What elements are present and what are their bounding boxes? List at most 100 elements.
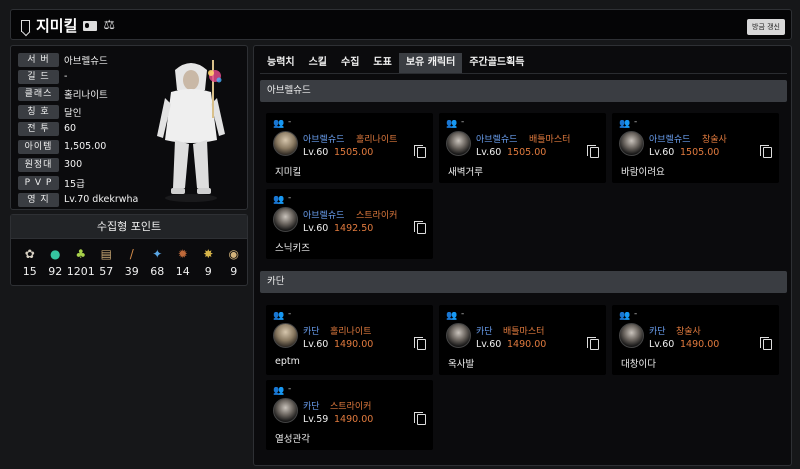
character-card[interactable]: 👥 - 아브렐슈드 스트라이커 Lv.60 1492.50 스닉키즈 [266, 189, 433, 259]
info-value: 300 [64, 159, 83, 170]
info-label: 원정대 [18, 157, 59, 172]
info-label: 길 드 [18, 69, 59, 84]
copy-icon[interactable] [414, 412, 426, 425]
collection-item[interactable]: ✹ 14 [170, 246, 196, 278]
collection-item[interactable]: ● 92 [43, 246, 69, 278]
info-row-estate: 영 지 Lv.70 dkekrwha [18, 192, 138, 207]
info-row-guild: 길 드 - [18, 69, 67, 84]
character-level: Lv.60 [649, 339, 675, 350]
group-icon: 👥 [273, 311, 285, 321]
class-portrait [273, 131, 298, 156]
tab-chart[interactable]: 도표 [366, 53, 398, 73]
collection-item[interactable]: ✿ 15 [17, 246, 43, 278]
bookmark-icon[interactable] [21, 19, 30, 32]
refresh-button[interactable]: 방금 갱신 [747, 19, 785, 35]
character-card[interactable]: 👥 - 카단 스트라이커 Lv.59 1490.00 열성관각 [266, 380, 433, 450]
collection-item[interactable]: ◉ 9 [221, 246, 247, 278]
group-value: - [461, 309, 465, 319]
character-server: 아브렐슈드 [303, 135, 345, 145]
info-value: 1,505.00 [64, 141, 107, 152]
server-header: 아브렐슈드 [260, 80, 787, 102]
collection-item[interactable]: / 39 [119, 246, 145, 278]
group-value: - [288, 117, 292, 127]
ignea-token-icon: ✹ [177, 247, 188, 261]
profile-card-icon[interactable] [83, 20, 98, 31]
copy-icon[interactable] [760, 337, 772, 350]
character-level: Lv.60 [303, 339, 329, 350]
character-level: Lv.60 [303, 147, 329, 158]
character-level: Lv.60 [476, 339, 502, 350]
adventure-book-icon: / [129, 247, 134, 261]
class-portrait [273, 207, 298, 232]
info-label: 전 투 [18, 121, 59, 136]
info-row-title: 칭 호 달인 [18, 104, 81, 119]
character-card[interactable]: 👥 - 카단 창술사 Lv.60 1490.00 대창이다 [612, 305, 779, 375]
character-card[interactable]: 👥 - 아브렐슈드 홀리나이트 Lv.60 1505.00 지미킬 [266, 113, 433, 183]
tab-skills[interactable]: 스킬 [302, 53, 334, 73]
class-portrait [273, 398, 298, 423]
character-card[interactable]: 👥 - 아브렐슈드 배틀마스터 Lv.60 1505.00 새벽거루 [439, 113, 606, 183]
group-icon: 👥 [273, 195, 285, 205]
character-name: eptm [275, 356, 300, 367]
collection-value: 15 [22, 265, 37, 278]
character-name: 스닉키즈 [275, 243, 310, 254]
group-value: - [634, 117, 638, 127]
collection-item[interactable]: ✦ 68 [145, 246, 171, 278]
tab-weekly-gold[interactable]: 주간골드획득 [462, 53, 531, 73]
tab-owned-characters[interactable]: 보유 캐릭터 [398, 53, 463, 73]
character-item-level: 1505.00 [680, 147, 720, 158]
character-class: 홀리나이트 [356, 135, 398, 145]
info-value: 홀리나이트 [64, 89, 108, 101]
character-class: 배틀마스터 [503, 327, 545, 337]
character-card[interactable]: 👥 - 카단 홀리나이트 Lv.60 1490.00 eptm [266, 305, 433, 375]
main-panel: 능력치 스킬 수집 도표 보유 캐릭터 주간골드획득 아브렐슈드 👥 - 아브렐… [253, 45, 792, 466]
character-class: 스트라이커 [330, 402, 372, 412]
character-level: Lv.60 [303, 223, 329, 234]
group-icon: 👥 [273, 386, 285, 396]
character-class: 홀리나이트 [330, 327, 372, 337]
scale-icon[interactable]: ⚖ [103, 19, 115, 32]
collection-item[interactable]: ♣ 1201 [67, 246, 95, 278]
group-value: - [288, 384, 292, 394]
copy-icon[interactable] [414, 221, 426, 234]
seed-icon: ✿ [24, 247, 35, 261]
copy-icon[interactable] [414, 145, 426, 158]
group-icon: 👥 [619, 119, 631, 129]
character-item-level: 1492.50 [334, 223, 374, 234]
copy-icon[interactable] [587, 145, 599, 158]
info-value: 15급 [64, 178, 85, 190]
character-card[interactable]: 👥 - 아브렐슈드 창술사 Lv.60 1505.00 바람이려요 [612, 113, 779, 183]
collection-value: 9 [204, 265, 212, 278]
collection-item[interactable]: ▤ 57 [94, 246, 120, 278]
character-item-level: 1490.00 [334, 339, 374, 350]
group-icon: 👥 [446, 311, 458, 321]
info-row-expedition: 원정대 300 [18, 157, 82, 172]
collection-value: 68 [150, 265, 165, 278]
character-header: 지미킬 ⚖ 방금 갱신 [10, 9, 792, 40]
character-class: 스트라이커 [356, 211, 398, 221]
tab-collection[interactable]: 수집 [334, 53, 366, 73]
character-name: 지미킬 [275, 167, 302, 178]
info-label: 영 지 [18, 192, 59, 207]
copy-icon[interactable] [587, 337, 599, 350]
character-server: 카단 [303, 327, 320, 337]
character-item-level: 1490.00 [680, 339, 720, 350]
character-item-level: 1505.00 [507, 147, 547, 158]
info-row-server: 서 버 아브렐슈드 [18, 52, 108, 67]
character-server: 카단 [476, 327, 493, 337]
character-avatar [157, 60, 225, 202]
collection-item[interactable]: ✸ 9 [196, 246, 222, 278]
character-server: 아브렐슈드 [649, 135, 691, 145]
tab-stats[interactable]: 능력치 [260, 53, 302, 73]
info-row-class: 클래스 홀리나이트 [18, 86, 108, 101]
group-value: - [288, 309, 292, 319]
collection-value: 57 [99, 265, 114, 278]
character-card[interactable]: 👥 - 카단 배틀마스터 Lv.60 1490.00 옥사발 [439, 305, 606, 375]
character-item-level: 1490.00 [507, 339, 547, 350]
copy-icon[interactable] [414, 337, 426, 350]
copy-icon[interactable] [760, 145, 772, 158]
tab-divider [260, 73, 787, 74]
character-level: Lv.60 [649, 147, 675, 158]
group-value: - [634, 309, 638, 319]
world-tree-leaf-icon: ◉ [228, 247, 239, 261]
